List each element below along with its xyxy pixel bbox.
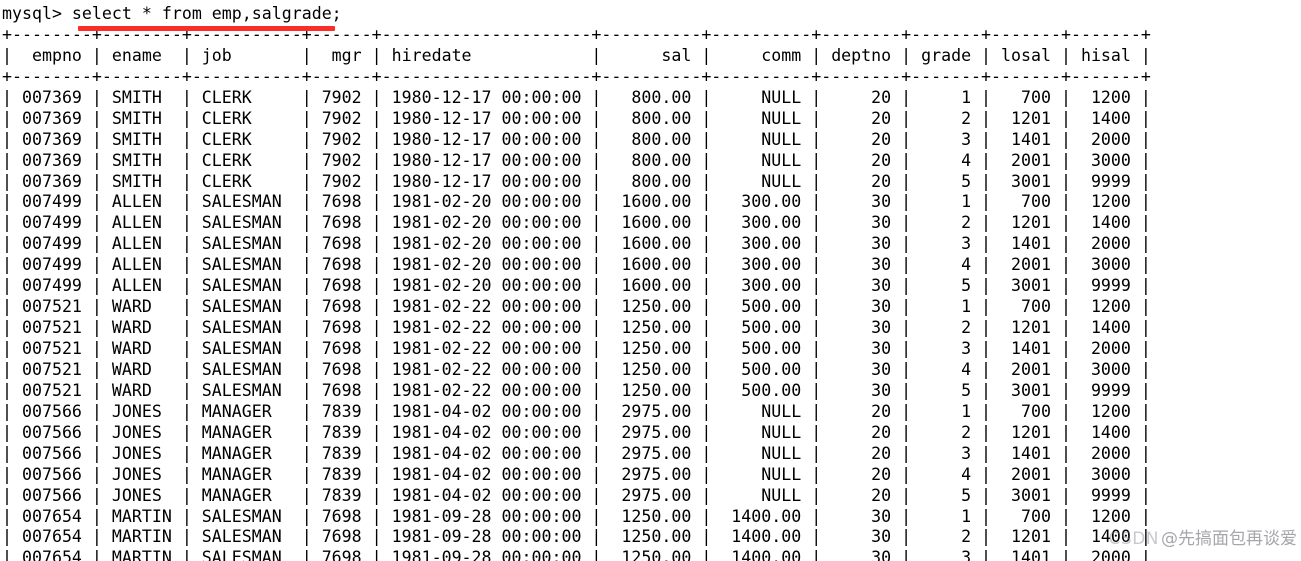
terminal-window: mysql> select * from emp,salgrade; +-----… bbox=[0, 0, 1301, 561]
table-row: | 007654 | MARTIN | SALESMAN | 7698 | 19… bbox=[2, 548, 1151, 561]
table-row: | 007499 | ALLEN | SALESMAN | 7698 | 198… bbox=[2, 276, 1151, 296]
table-row: | 007521 | WARD | SALESMAN | 7698 | 1981… bbox=[2, 339, 1151, 358]
table-row: | 007499 | ALLEN | SALESMAN | 7698 | 198… bbox=[2, 192, 1151, 212]
table-row: | 007369 | SMITH | CLERK | 7902 | 1980-1… bbox=[2, 171, 1151, 191]
table-border-header: +--------+--------+-----------+------+--… bbox=[2, 66, 1151, 86]
table-row: | 007566 | JONES | MANAGER | 7839 | 1981… bbox=[2, 401, 1151, 421]
table-row: | 007566 | JONES | MANAGER | 7839 | 1981… bbox=[2, 485, 1151, 505]
table-row: | 007566 | JONES | MANAGER | 7839 | 1981… bbox=[2, 422, 1151, 442]
table-row: | 007654 | MARTIN | SALESMAN | 7698 | 19… bbox=[2, 506, 1151, 526]
table-row: | 007654 | MARTIN | SALESMAN | 7698 | 19… bbox=[2, 527, 1151, 547]
red-underline-annotation bbox=[78, 26, 335, 31]
table-row: | 007521 | WARD | SALESMAN | 7698 | 1981… bbox=[2, 297, 1151, 317]
table-row: | 007566 | JONES | MANAGER | 7839 | 1981… bbox=[2, 443, 1151, 463]
table-row: | 007499 | ALLEN | SALESMAN | 7698 | 198… bbox=[2, 234, 1151, 254]
table-header-row: | empno | ename | job | mgr | hiredate |… bbox=[2, 45, 1151, 65]
table-row: | 007369 | SMITH | CLERK | 7902 | 1980-1… bbox=[2, 87, 1151, 107]
table-row: | 007521 | WARD | SALESMAN | 7698 | 1981… bbox=[2, 359, 1151, 379]
terminal-output: mysql> select * from emp,salgrade; +-----… bbox=[2, 4, 1151, 561]
table-row: | 007499 | ALLEN | SALESMAN | 7698 | 198… bbox=[2, 255, 1151, 275]
table-row: | 007369 | SMITH | CLERK | 7902 | 1980-1… bbox=[2, 129, 1151, 149]
table-row: | 007499 | ALLEN | SALESMAN | 7698 | 198… bbox=[2, 213, 1151, 233]
sql-prompt-line: mysql> select * from emp,salgrade; bbox=[2, 4, 342, 23]
table-row: | 007521 | WARD | SALESMAN | 7698 | 1981… bbox=[2, 318, 1151, 338]
table-row: | 007369 | SMITH | CLERK | 7902 | 1980-1… bbox=[2, 108, 1151, 128]
table-row: | 007369 | SMITH | CLERK | 7902 | 1980-1… bbox=[2, 150, 1151, 170]
table-row: | 007566 | JONES | MANAGER | 7839 | 1981… bbox=[2, 464, 1151, 484]
table-row: | 007521 | WARD | SALESMAN | 7698 | 1981… bbox=[2, 380, 1151, 400]
watermark-username: @先搞面包再谈爱 bbox=[1161, 529, 1297, 549]
